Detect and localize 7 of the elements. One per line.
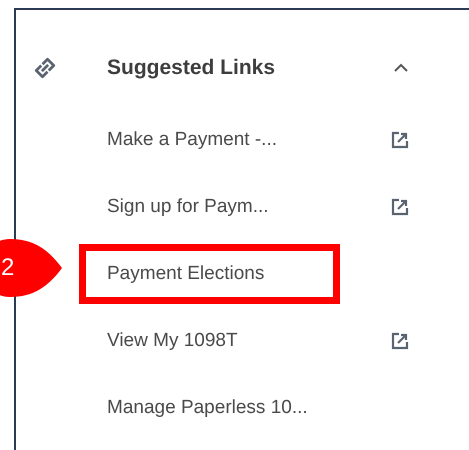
- suggested-link[interactable]: Payment Elections: [107, 262, 264, 284]
- suggested-link[interactable]: Sign up for Paym...: [107, 196, 269, 218]
- step-badge: 2: [0, 239, 62, 297]
- suggested-link[interactable]: Manage Paperless 10...: [107, 396, 308, 418]
- section-title: Suggested Links: [107, 56, 276, 80]
- suggested-link[interactable]: Make a Payment -...: [107, 128, 278, 150]
- suggested-link[interactable]: View My 1098T: [107, 330, 238, 352]
